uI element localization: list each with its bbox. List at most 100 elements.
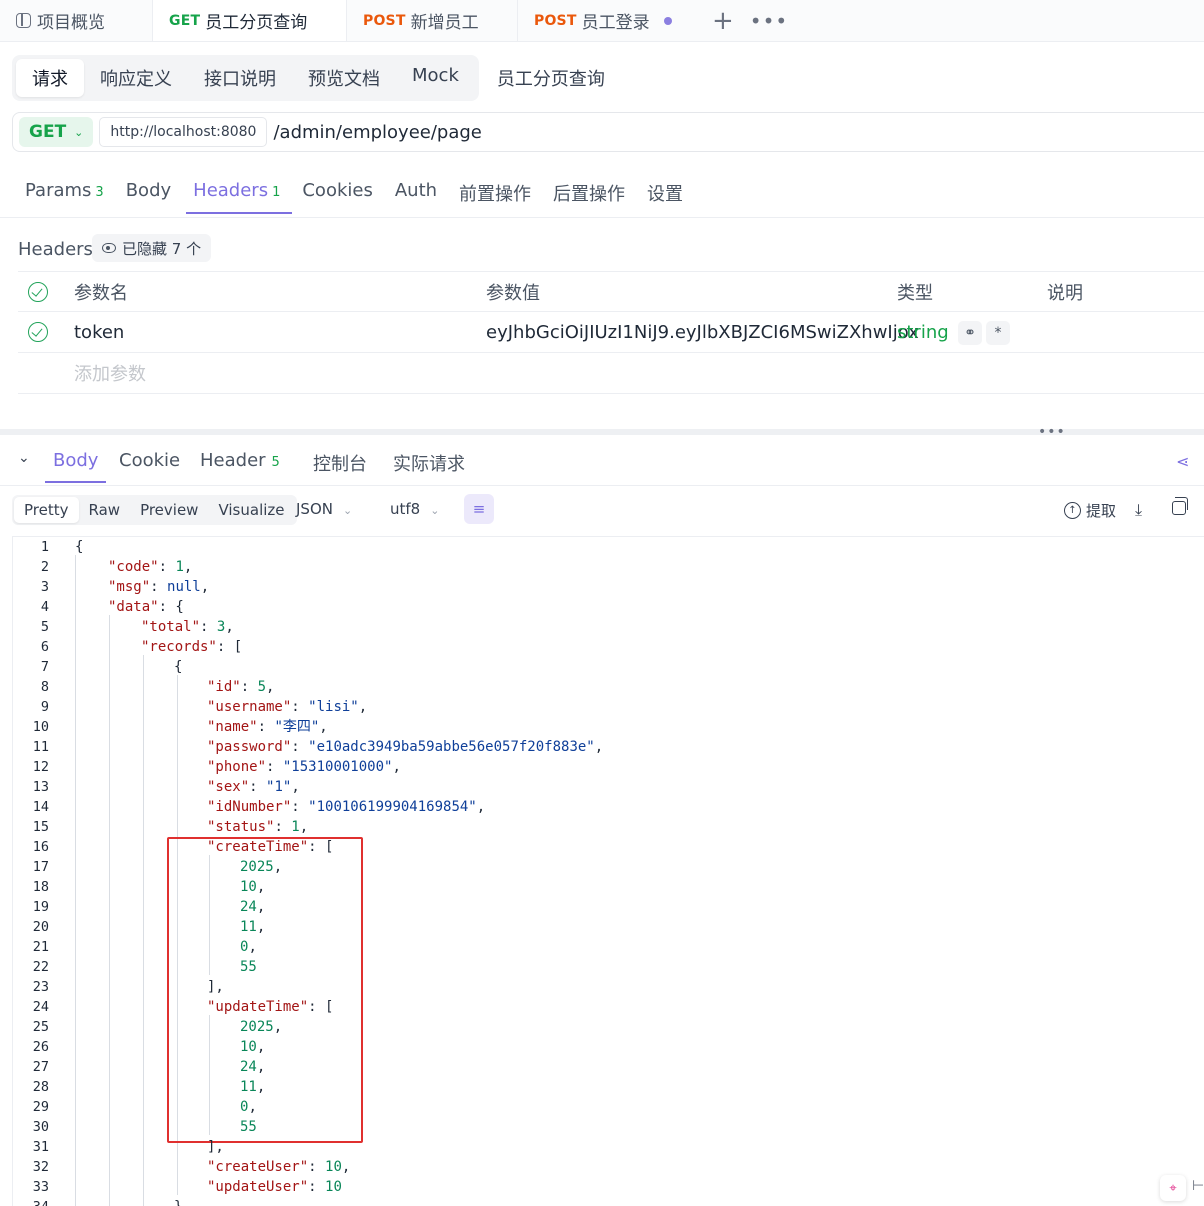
language-select[interactable]: JSON ⌄	[296, 500, 352, 518]
mode-pretty[interactable]: Pretty	[14, 497, 79, 523]
code-line: 32 "createUser": 10,	[13, 1157, 1203, 1177]
url-path-input[interactable]: /admin/employee/page	[273, 122, 481, 143]
param-value-input[interactable]: eyJhbGciOiJIUzI1NiJ9.eyJlbXBJZCI6MSwiZXh…	[486, 322, 919, 343]
code-text: 24,	[240, 897, 265, 917]
required-asterisk-icon[interactable]: *	[986, 321, 1010, 345]
code-token: "total"	[141, 619, 201, 635]
tab-employee-login[interactable]: POST 员工登录	[518, 0, 694, 41]
tab-label: Body	[125, 180, 172, 201]
response-tab-console[interactable]: 控制台	[313, 450, 367, 488]
subtab-request[interactable]: 请求	[16, 59, 84, 97]
response-tab-cookie[interactable]: Cookie	[119, 450, 180, 483]
code-line: 10 "name": "李四",	[13, 717, 1203, 737]
response-tab-header[interactable]: Header 5	[200, 450, 280, 483]
add-param-input[interactable]: 添加参数	[74, 360, 146, 386]
screenshot-tool-icon[interactable]: ⌖	[1160, 1175, 1186, 1201]
param-type-select[interactable]: string	[897, 322, 949, 343]
code-token: ,	[225, 619, 234, 635]
code-text: }	[174, 1197, 182, 1206]
code-token: "15310001000"	[282, 759, 393, 775]
code-line: 3 "msg": null,	[13, 577, 1203, 597]
collapse-chevron-icon[interactable]: ⌄	[18, 450, 30, 466]
code-text: "data": {	[108, 597, 184, 617]
code-token: 24	[240, 899, 257, 915]
code-text: "records": [	[141, 637, 242, 657]
tab-employee-page-query[interactable]: GET 员工分页查询	[153, 0, 347, 41]
tab-auth[interactable]: Auth	[384, 172, 448, 213]
subtab-api-description[interactable]: 接口说明	[188, 59, 292, 97]
code-line: 27 24,	[13, 1057, 1203, 1077]
response-tab-actual-request[interactable]: 实际请求	[393, 450, 465, 488]
code-token: "sex"	[207, 779, 250, 795]
line-number: 11	[32, 739, 49, 755]
param-name-input[interactable]: token	[74, 322, 124, 343]
code-token: :	[240, 679, 258, 695]
subtab-preview-doc[interactable]: 预览文档	[292, 59, 396, 97]
select-all-checkbox[interactable]	[28, 281, 48, 302]
extract-button[interactable]: ↑ 提取	[1064, 500, 1116, 521]
tab-settings[interactable]: 设置	[636, 172, 694, 218]
drag-handle-icon[interactable]: •••	[1038, 424, 1066, 440]
base-url-chip[interactable]: http://localhost:8080	[99, 117, 268, 147]
line-number: 19	[32, 899, 49, 915]
copy-icon[interactable]	[1172, 497, 1188, 515]
tab-project-overview[interactable]: 项目概览	[0, 0, 153, 41]
response-body-editor[interactable]: 1{2 "code": 1, 3 "msg": null, 4 "data": {5 "to…	[12, 536, 1204, 1206]
tab-headers[interactable]: Headers 1	[182, 172, 293, 214]
mode-raw[interactable]: Raw	[79, 497, 131, 523]
column-header-description: 说明	[1047, 282, 1083, 304]
tab-pre-operations[interactable]: 前置操作	[448, 172, 542, 218]
method-select[interactable]: GET ⌄	[19, 117, 94, 147]
panel-divider[interactable]	[0, 429, 1204, 435]
hidden-count-label: 已隐藏 7 个	[122, 239, 202, 258]
subtab-mock[interactable]: Mock	[396, 59, 475, 97]
hidden-headers-toggle[interactable]: 已隐藏 7 个	[92, 234, 212, 262]
code-text: 10,	[240, 1037, 265, 1057]
tab-body[interactable]: Body	[115, 172, 182, 213]
tab-params[interactable]: Params 3	[14, 172, 115, 213]
code-text: "createUser": 10,	[207, 1157, 350, 1177]
subtab-response-definition[interactable]: 响应定义	[84, 59, 188, 97]
line-number: 28	[32, 1079, 49, 1095]
add-param-row: 添加参数	[18, 353, 1204, 394]
row-enabled-checkbox[interactable]	[28, 322, 48, 342]
tab-post-operations[interactable]: 后置操作	[542, 172, 636, 218]
code-token: {	[75, 539, 84, 555]
code-line: 16 "createTime": [	[13, 837, 1203, 857]
response-tab-body[interactable]: Body	[44, 450, 107, 483]
format-mode-group: Pretty Raw Preview Visualize	[12, 495, 297, 525]
chevron-down-icon: ⌄	[430, 504, 440, 517]
code-token: ],	[207, 979, 224, 995]
share-icon[interactable]: ⋖	[1176, 452, 1189, 471]
tab-cookies[interactable]: Cookies	[291, 172, 383, 213]
code-token: 2025	[240, 1019, 274, 1035]
code-line: 23],	[13, 977, 1203, 997]
encoding-select[interactable]: utf8 ⌄	[390, 500, 439, 518]
tab-add-employee[interactable]: POST 新增员工	[347, 0, 518, 41]
code-line: 30 55	[13, 1117, 1203, 1137]
count-badge: 1	[272, 185, 281, 200]
code-token: ,	[358, 699, 368, 715]
new-tab-plus-icon[interactable]: +	[694, 0, 750, 41]
line-number: 4	[40, 599, 49, 615]
code-token: }	[174, 1199, 182, 1206]
code-token: ,	[256, 879, 266, 895]
word-wrap-icon[interactable]: ≡	[464, 494, 494, 524]
code-line: 4 "data": {	[13, 597, 1203, 617]
line-number: 32	[32, 1159, 49, 1175]
code-token: ,	[183, 559, 193, 575]
overview-icon	[16, 13, 31, 28]
code-line: 25 2025,	[13, 1017, 1203, 1037]
side-panel-icon[interactable]: ⊢	[1192, 1178, 1204, 1194]
mode-preview[interactable]: Preview	[130, 497, 208, 523]
code-line: 34}	[13, 1197, 1203, 1206]
link-icon[interactable]: ⚭	[958, 321, 982, 345]
code-line: 14 "idNumber": "100106199904169854",	[13, 797, 1203, 817]
mode-visualize[interactable]: Visualize	[208, 497, 294, 523]
api-name[interactable]: 员工分页查询	[497, 65, 605, 91]
chevron-down-icon: ⌄	[342, 504, 353, 517]
download-icon[interactable]: ⤓	[1135, 500, 1142, 520]
tab-label: 前置操作	[459, 184, 532, 205]
more-tabs-icon[interactable]: •••	[750, 0, 788, 41]
code-text: "total": 3,	[141, 617, 234, 637]
